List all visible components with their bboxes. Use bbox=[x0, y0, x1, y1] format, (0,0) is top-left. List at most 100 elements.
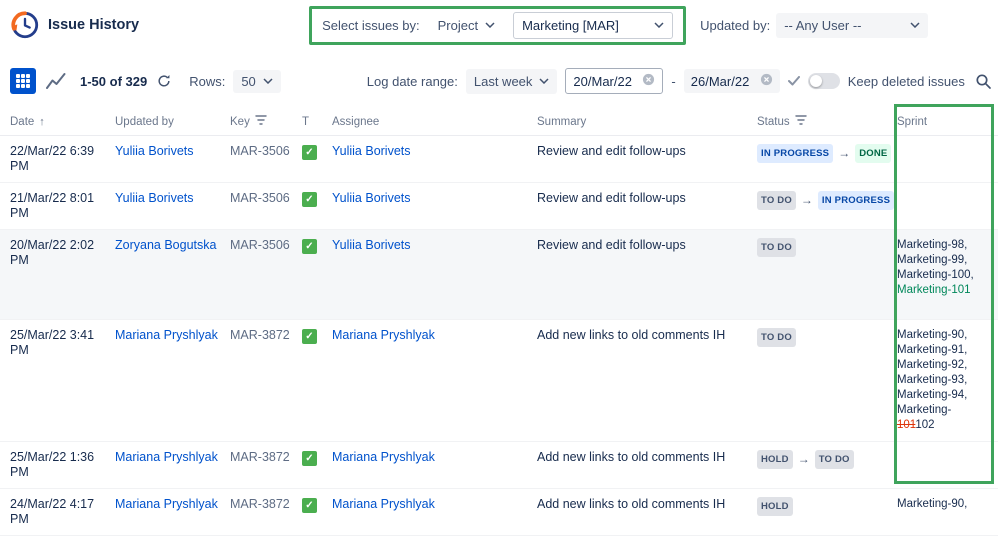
column-header-updated-by[interactable]: Updated by bbox=[115, 116, 230, 128]
chevron-down-icon bbox=[539, 78, 549, 84]
status-arrow-icon: → bbox=[797, 452, 810, 466]
date-from-input[interactable] bbox=[565, 68, 664, 94]
rows-label: Rows: bbox=[189, 73, 226, 89]
column-header-key[interactable]: Key bbox=[230, 115, 302, 128]
select-by-value: Project bbox=[437, 17, 479, 33]
cell-date: 24/Mar/22 4:17 PM bbox=[10, 497, 95, 526]
cell-issue-key: MAR-3506 bbox=[230, 191, 290, 205]
updated-by-label: Updated by: bbox=[700, 17, 771, 33]
assignee-link[interactable]: Mariana Pryshlyak bbox=[332, 328, 435, 342]
assignee-link[interactable]: Yuliia Borivets bbox=[332, 144, 411, 158]
cell-updated-by: Mariana Pryshlyak bbox=[115, 450, 230, 465]
column-header-status[interactable]: Status bbox=[757, 115, 897, 128]
table-header: Date ↑ Updated by Key T Assignee Summary… bbox=[0, 108, 998, 136]
sprint-value: Marketing-101102 bbox=[897, 404, 952, 431]
task-type-icon: ✓ bbox=[302, 451, 317, 466]
project-dropdown[interactable]: Marketing [MAR] bbox=[513, 11, 674, 39]
cell-assignee: Mariana Pryshlyak bbox=[332, 497, 537, 512]
cell-summary: Add new links to old comments IH bbox=[537, 328, 726, 342]
cell-assignee: Mariana Pryshlyak bbox=[332, 450, 537, 465]
cell-type: ✓ bbox=[302, 328, 332, 344]
cell-date: 25/Mar/22 3:41 PM bbox=[10, 328, 95, 357]
table-row: 21/Mar/22 8:01 PM Yuliia Borivets MAR-3506… bbox=[0, 183, 998, 230]
date-to-input[interactable] bbox=[683, 69, 780, 93]
status-badge: TO DO bbox=[814, 450, 854, 469]
chart-view-button[interactable] bbox=[44, 70, 68, 92]
updated-by-link[interactable]: Yuliia Borivets bbox=[115, 144, 194, 158]
pagination-range: 1-50 of 329 bbox=[80, 73, 148, 89]
column-header-summary[interactable]: Summary bbox=[537, 116, 757, 128]
status-badge: TO DO bbox=[757, 191, 796, 210]
toolbar: 1-50 of 329 Rows: 50 Log date range: Las… bbox=[0, 66, 998, 96]
issue-history-table: Date ↑ Updated by Key T Assignee Summary… bbox=[0, 108, 998, 536]
task-type-icon: ✓ bbox=[302, 329, 317, 344]
cell-status: TO DO bbox=[757, 238, 897, 257]
search-icon[interactable] bbox=[973, 71, 994, 92]
task-type-icon: ✓ bbox=[302, 145, 317, 160]
cell-summary: Review and edit follow-ups bbox=[537, 238, 686, 252]
sprint-value: Marketing-100, bbox=[897, 269, 974, 281]
column-header-sprint[interactable]: Sprint bbox=[897, 116, 988, 128]
log-date-range-label: Log date range: bbox=[366, 73, 458, 89]
cell-status: TO DO bbox=[757, 328, 897, 347]
updated-by-link[interactable]: Zoryana Bogutska bbox=[115, 238, 216, 252]
rows-dropdown[interactable]: 50 bbox=[233, 69, 281, 93]
cell-updated-by: Mariana Pryshlyak bbox=[115, 497, 230, 512]
assignee-link[interactable]: Yuliia Borivets bbox=[332, 238, 411, 252]
column-label: Updated by bbox=[115, 115, 174, 128]
updated-by-link[interactable]: Mariana Pryshlyak bbox=[115, 450, 218, 464]
filter-icon[interactable] bbox=[794, 115, 807, 128]
status-badge: IN PROGRESS bbox=[757, 144, 834, 163]
table-view-button[interactable] bbox=[10, 68, 36, 94]
cell-assignee: Yuliia Borivets bbox=[332, 238, 537, 253]
table-row: 25/Mar/22 3:41 PM Mariana Pryshlyak MAR-38… bbox=[0, 320, 998, 442]
toggle-knob bbox=[809, 75, 822, 87]
updated-by-link[interactable]: Mariana Pryshlyak bbox=[115, 497, 218, 511]
select-by-dropdown[interactable]: Project bbox=[430, 13, 503, 38]
chevron-down-icon bbox=[910, 22, 920, 28]
cell-summary: Add new links to old comments IH bbox=[537, 497, 726, 511]
check-icon bbox=[787, 74, 800, 89]
date-from-value[interactable] bbox=[573, 73, 638, 89]
table-row: 20/Mar/22 2:02 PM Zoryana Bogutska MAR-350… bbox=[0, 230, 998, 320]
cell-sprint: Marketing-90, Marketing-91, Marketing-92, M… bbox=[897, 328, 988, 433]
cell-summary: Add new links to old comments IH bbox=[537, 450, 726, 464]
clear-icon[interactable] bbox=[760, 73, 773, 89]
refresh-icon[interactable] bbox=[155, 72, 173, 90]
column-header-assignee[interactable]: Assignee bbox=[332, 116, 537, 128]
cell-issue-key: MAR-3506 bbox=[230, 238, 290, 252]
sprint-value: Marketing-92, bbox=[897, 359, 968, 371]
column-label: Key bbox=[230, 115, 250, 128]
column-header-type[interactable]: T bbox=[302, 116, 332, 128]
toolbar-right: Keep deleted issues bbox=[787, 71, 996, 92]
cell-updated-by: Yuliia Borivets bbox=[115, 191, 230, 206]
cell-assignee: Yuliia Borivets bbox=[332, 191, 537, 206]
column-label: Summary bbox=[537, 115, 587, 128]
column-label: Assignee bbox=[332, 115, 380, 128]
cell-type: ✓ bbox=[302, 497, 332, 513]
cell-updated-by: Mariana Pryshlyak bbox=[115, 328, 230, 343]
assignee-link[interactable]: Mariana Pryshlyak bbox=[332, 497, 435, 511]
clear-icon[interactable] bbox=[642, 73, 655, 89]
updated-by-link[interactable]: Mariana Pryshlyak bbox=[115, 328, 218, 342]
date-to-value[interactable] bbox=[690, 73, 755, 89]
date-preset-dropdown[interactable]: Last week bbox=[465, 68, 558, 94]
cell-type: ✓ bbox=[302, 191, 332, 207]
cell-issue-key: MAR-3872 bbox=[230, 328, 290, 342]
select-issues-group: Select issues by: Project Marketing [MAR… bbox=[309, 5, 687, 45]
date-range-separator: - bbox=[671, 73, 676, 89]
keep-deleted-toggle[interactable] bbox=[807, 73, 840, 89]
updated-by-dropdown[interactable]: -- Any User -- bbox=[776, 12, 929, 38]
topbar: Issue History Select issues by: Project … bbox=[0, 0, 998, 50]
cell-date: 20/Mar/22 2:02 PM bbox=[10, 238, 95, 267]
cell-status: TO DO → IN PROGRESS bbox=[757, 191, 897, 210]
cell-status: HOLD bbox=[757, 497, 897, 516]
column-header-date[interactable]: Date ↑ bbox=[10, 116, 115, 128]
filter-icon[interactable] bbox=[255, 115, 267, 128]
assignee-link[interactable]: Yuliia Borivets bbox=[332, 191, 411, 205]
status-badge: IN PROGRESS bbox=[817, 191, 895, 210]
sort-asc-icon: ↑ bbox=[39, 115, 45, 128]
assignee-link[interactable]: Mariana Pryshlyak bbox=[332, 450, 435, 464]
updated-by-link[interactable]: Yuliia Borivets bbox=[115, 191, 194, 205]
status-arrow-icon: → bbox=[800, 193, 813, 207]
